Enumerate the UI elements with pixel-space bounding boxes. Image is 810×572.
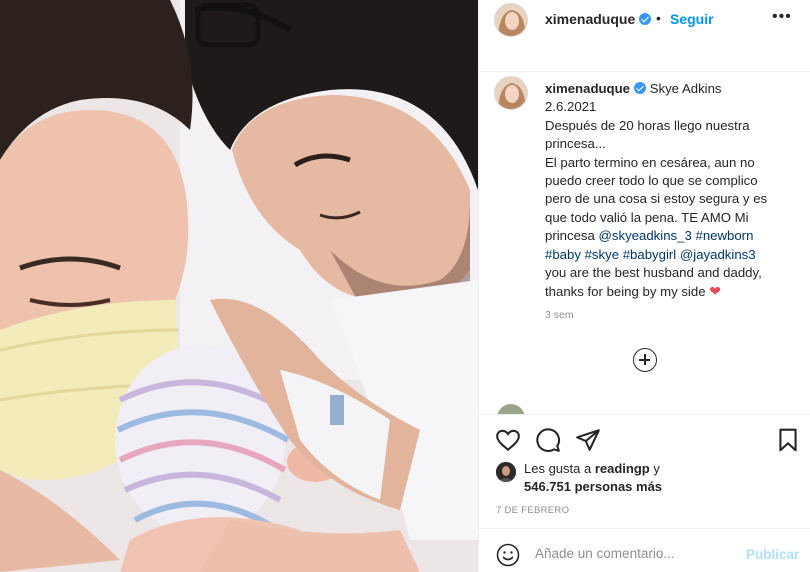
hashtag-link[interactable]: #newborn — [695, 228, 753, 243]
likes-count[interactable]: 546.751 personas más — [524, 479, 662, 494]
caption-area: ximenaduque Skye Adkins 2.6.2021 Después… — [479, 72, 810, 402]
author-username[interactable]: ximenaduque — [545, 11, 652, 27]
caption-line: pero de una cosa si estoy segura y es — [545, 191, 768, 207]
likes-prefix: Les gusta a — [524, 461, 595, 476]
caption-username[interactable]: ximenaduque — [545, 81, 630, 96]
load-more-comments-icon[interactable] — [633, 348, 657, 372]
caption-line: princesa @skyeadkins_3 #newborn — [545, 227, 780, 245]
share-paper-plane-icon[interactable] — [575, 427, 601, 453]
caption-author-avatar[interactable] — [494, 76, 528, 110]
caption-line: El parto termino en cesárea, aun no — [545, 154, 755, 170]
caption-line: Después de 20 horas llego nuestra — [545, 117, 750, 133]
comment-input[interactable] — [535, 541, 735, 565]
mention-link[interactable]: @skyeadkins_3 — [599, 228, 692, 243]
photo-illustration — [0, 0, 478, 572]
caption-location[interactable]: Skye Adkins — [650, 81, 722, 96]
post-date[interactable]: 7 DE FEBRERO — [496, 505, 569, 516]
post-side-panel: ximenaduque • Seguir ••• ximenaduque Sky… — [478, 0, 810, 572]
publish-button[interactable]: Publicar — [746, 547, 799, 562]
more-options-icon[interactable]: ••• — [772, 8, 792, 26]
emoji-icon[interactable] — [496, 543, 520, 567]
author-username-text[interactable]: ximenaduque — [545, 11, 635, 27]
add-comment-bar: Publicar — [479, 528, 810, 572]
verified-badge-icon — [634, 82, 647, 94]
avatar-image — [496, 462, 516, 482]
liker-avatar[interactable] — [496, 462, 516, 482]
post-header: ximenaduque • Seguir ••• — [479, 0, 810, 72]
likes-conjunction: y — [649, 461, 660, 476]
author-avatar[interactable] — [494, 3, 528, 37]
save-bookmark-icon[interactable] — [775, 427, 801, 453]
comment-bubble-icon[interactable] — [535, 427, 561, 453]
comment-peek — [479, 402, 810, 414]
verified-badge-icon — [639, 13, 652, 25]
caption-line: que todo valió la pena. TE AMO Mi — [545, 209, 749, 225]
heart-emoji: ❤ — [709, 283, 721, 300]
avatar-image — [495, 77, 527, 109]
caption-line: 2.6.2021 — [545, 99, 597, 115]
like-heart-icon[interactable] — [495, 427, 521, 453]
liker-username[interactable]: readingp — [595, 461, 650, 476]
follow-button[interactable]: Seguir — [670, 11, 714, 27]
post-photo[interactable] — [0, 0, 478, 572]
caption-line: princesa... — [545, 136, 606, 152]
hashtag-links[interactable]: #baby #skye #babygirl @jayadkins3 — [545, 246, 780, 264]
commenter-avatar[interactable] — [497, 404, 525, 414]
likes-line-1: Les gusta a readingp y — [524, 461, 660, 476]
post-actions: Les gusta a readingp y 546.751 personas … — [479, 414, 810, 544]
avatar-image — [495, 4, 527, 36]
caption-line: puedo creer todo lo que se complico — [545, 173, 758, 189]
caption-text: ximenaduque Skye Adkins 2.6.2021 Después… — [545, 80, 780, 302]
caption-line: thanks for being by my side ❤ — [545, 282, 780, 301]
caption-line-header: ximenaduque Skye Adkins — [545, 80, 780, 98]
caption-text-fragment: princesa — [545, 228, 599, 244]
header-separator: • — [656, 10, 661, 26]
caption-text-fragment: thanks for being by my side — [545, 284, 706, 300]
caption-time-ago[interactable]: 3 sem — [545, 309, 574, 321]
caption-line: you are the best husband and daddy, — [545, 265, 762, 281]
